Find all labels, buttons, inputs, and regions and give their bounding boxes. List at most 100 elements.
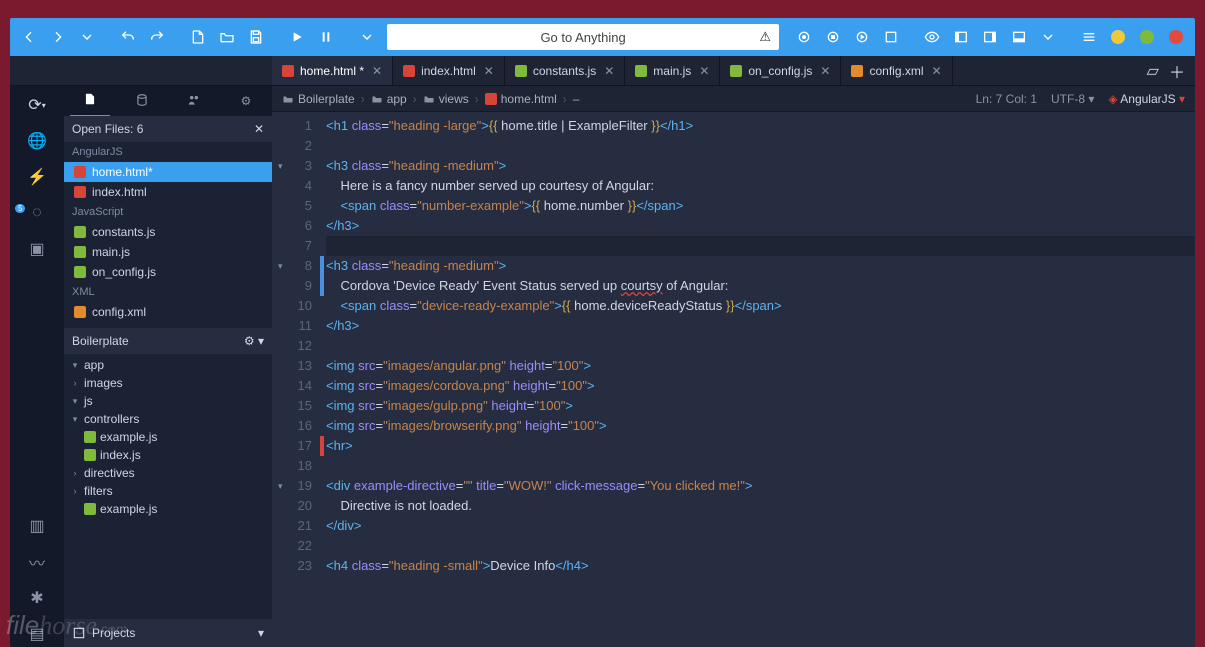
file-icon <box>84 449 96 461</box>
tree-node[interactable]: ›images <box>64 374 272 392</box>
undo-button[interactable] <box>115 24 140 50</box>
cursor-position[interactable]: Ln: 7 Col: 1 <box>976 92 1037 106</box>
gutter[interactable]: 12▾34567▾89101112131415161718▾1920212223 <box>272 112 320 647</box>
editor-tab[interactable]: home.html *✕ <box>272 56 393 85</box>
tree-node[interactable]: index.js <box>64 446 272 464</box>
tree-node[interactable]: ▾js <box>64 392 272 410</box>
side-tab-files[interactable] <box>70 86 110 117</box>
openfiles-header[interactable]: Open Files: 6 ✕ <box>64 116 272 142</box>
open-file-button[interactable] <box>214 24 239 50</box>
project-header[interactable]: Boilerplate ⚙ ▾ <box>64 328 272 354</box>
stop-button[interactable] <box>820 24 845 50</box>
close-button[interactable] <box>1164 24 1189 50</box>
save-macro-button[interactable] <box>878 24 903 50</box>
language-mode[interactable]: ◈ AngularJS ▾ <box>1108 92 1185 106</box>
close-icon[interactable]: ✕ <box>820 64 830 78</box>
encoding[interactable]: UTF-8 ▾ <box>1051 92 1094 106</box>
close-icon[interactable]: ✕ <box>372 64 382 78</box>
file-group-label: XML <box>64 282 272 302</box>
open-file-item[interactable]: index.html <box>64 182 272 202</box>
focus-mode-button[interactable] <box>919 24 944 50</box>
open-file-item[interactable]: main.js <box>64 242 272 262</box>
back-button[interactable] <box>16 24 41 50</box>
close-icon[interactable]: ✕ <box>932 64 942 78</box>
rail-layout[interactable]: ▣ <box>21 236 53 262</box>
editor-tab[interactable]: index.html✕ <box>393 56 505 85</box>
run-dropdown[interactable] <box>354 24 379 50</box>
file-icon <box>74 266 86 278</box>
rail-output[interactable]: ▤ <box>21 621 53 647</box>
play-button[interactable] <box>284 24 309 50</box>
panel-dropdown[interactable] <box>1036 24 1061 50</box>
record-button[interactable] <box>791 24 816 50</box>
tree-node[interactable]: ▾app <box>64 356 272 374</box>
rail-refresh[interactable]: ⟳▾ <box>21 92 53 118</box>
file-name: home.html* <box>92 165 153 179</box>
panel-right-button[interactable] <box>977 24 1002 50</box>
close-icon[interactable]: ✕ <box>699 64 709 78</box>
recent-dropdown[interactable] <box>74 24 99 50</box>
file-icon <box>84 431 96 443</box>
rail-terminal[interactable]: ▥ <box>21 513 53 539</box>
openfiles-title: Open Files: 6 <box>72 122 143 136</box>
open-file-item[interactable]: on_config.js <box>64 262 272 282</box>
openfiles-close-icon[interactable]: ✕ <box>254 122 264 136</box>
code-area[interactable]: 12▾34567▾89101112131415161718▾1920212223… <box>272 112 1195 647</box>
close-icon[interactable]: ✕ <box>604 64 614 78</box>
source[interactable]: <h1 class="heading -large">{{ home.title… <box>320 112 1195 647</box>
editor-tab[interactable]: main.js✕ <box>625 56 720 85</box>
breadcrumb-item[interactable]: Boilerplate <box>282 92 355 106</box>
rail-flash[interactable]: ⚡ <box>21 164 53 190</box>
tree-label: app <box>84 358 104 372</box>
rail-places[interactable]: 🌐 <box>21 128 53 154</box>
breadcrumb-item[interactable]: views <box>423 92 469 106</box>
editor-tab[interactable]: constants.js ✕ <box>505 56 625 85</box>
tree-label: images <box>84 376 123 390</box>
minimize-button[interactable] <box>1106 24 1131 50</box>
close-icon[interactable]: ✕ <box>484 64 494 78</box>
tree-node[interactable]: ›filters <box>64 482 272 500</box>
project-gear-icon[interactable]: ⚙ ▾ <box>244 334 264 348</box>
tree-node[interactable]: example.js <box>64 428 272 446</box>
menu-button[interactable] <box>1077 24 1102 50</box>
open-file-item[interactable]: home.html* <box>64 162 272 182</box>
panel-left-button[interactable] <box>948 24 973 50</box>
breadcrumb-item[interactable]: home.html <box>485 92 557 106</box>
tree-node[interactable]: ▾controllers <box>64 410 272 428</box>
side-top-tabs: ⚙ <box>64 86 272 116</box>
open-file-item[interactable]: config.xml <box>64 302 272 322</box>
breadcrumb-item[interactable]: app <box>371 92 407 106</box>
redo-button[interactable] <box>144 24 169 50</box>
side-footer[interactable]: Projects ▾ <box>64 619 272 647</box>
main-toolbar: Go to Anything ⚠ <box>10 18 1195 56</box>
save-button[interactable] <box>243 24 268 50</box>
side-tab-settings[interactable]: ⚙ <box>226 88 266 114</box>
tree-label: example.js <box>100 502 157 516</box>
activity-rail: ⟳▾ 🌐 ⚡ ◌ ▣ ▥ 〰 ✱ ▤ <box>10 86 64 647</box>
panel-bottom-button[interactable] <box>1007 24 1032 50</box>
new-file-button[interactable] <box>185 24 210 50</box>
notifications-icon[interactable]: ▱ <box>1147 61 1159 81</box>
tab-label: constants.js <box>533 64 596 78</box>
forward-button[interactable] <box>45 24 70 50</box>
editor-tab[interactable]: on_config.js✕ <box>720 56 841 85</box>
pause-button[interactable] <box>313 24 338 50</box>
goto-anything-input[interactable]: Go to Anything ⚠ <box>387 24 779 50</box>
tree-label: js <box>84 394 93 408</box>
rail-regex[interactable]: ✱ <box>21 585 53 611</box>
open-file-item[interactable]: constants.js <box>64 222 272 242</box>
file-icon <box>403 65 415 77</box>
rail-git[interactable]: ◌ <box>21 200 53 226</box>
side-tab-collab[interactable] <box>174 87 214 116</box>
tree-node[interactable]: ›directives <box>64 464 272 482</box>
maximize-button[interactable] <box>1135 24 1160 50</box>
new-tab-button[interactable]: ＋ <box>1169 59 1185 83</box>
editor-tab[interactable]: config.xml✕ <box>841 56 952 85</box>
tree-label: index.js <box>100 448 141 462</box>
rail-graph[interactable]: 〰 <box>21 549 53 575</box>
breadcrumb-label: app <box>387 92 407 106</box>
tree-node[interactable]: example.js <box>64 500 272 518</box>
breadcrumb-item[interactable]: – <box>573 92 580 106</box>
side-tab-db[interactable] <box>122 87 162 116</box>
play-macro-button[interactable] <box>849 24 874 50</box>
